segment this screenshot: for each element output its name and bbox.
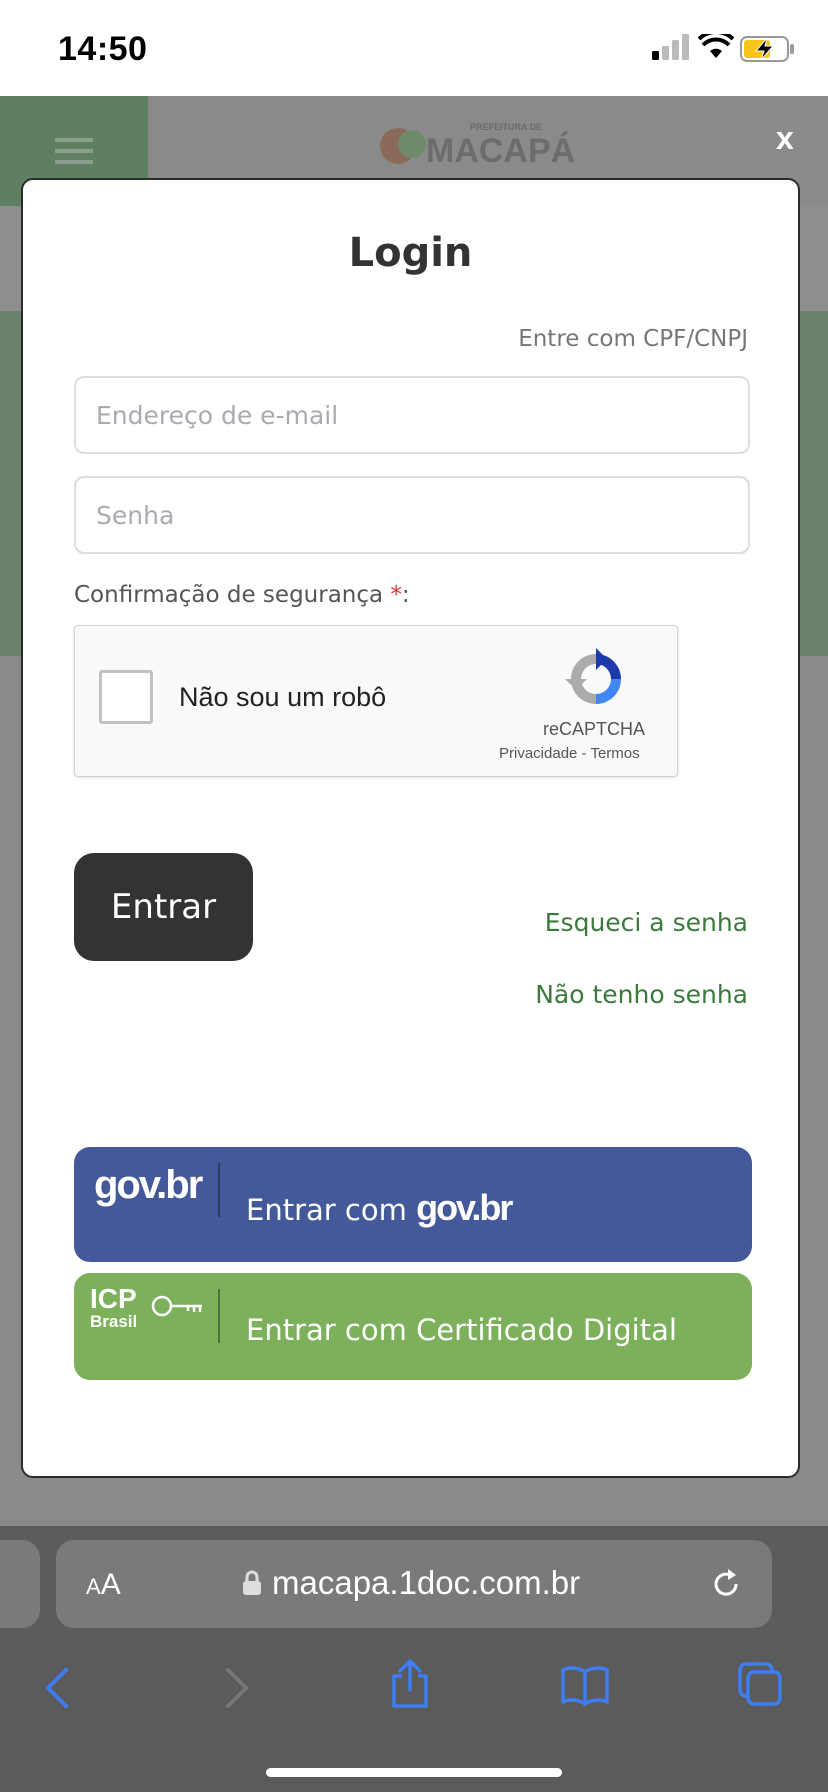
status-time: 14:50 — [58, 30, 148, 68]
password-input[interactable] — [74, 476, 750, 554]
recaptcha-privacy-link[interactable]: Privacidade — [499, 745, 577, 762]
home-indicator — [266, 1768, 562, 1777]
certificate-login-button[interactable]: ICP Brasil Entrar com Certificado Digita… — [74, 1273, 752, 1380]
address-bar[interactable]: AA macapa.1doc.com.br — [56, 1540, 772, 1628]
button-divider — [218, 1289, 220, 1343]
security-confirmation-label: Confirmação de segurança *: — [74, 582, 410, 608]
cellular-signal-icon — [652, 34, 689, 60]
govbr-button-label: Entrar com gov.br — [246, 1187, 513, 1228]
share-icon[interactable] — [388, 1658, 432, 1710]
browser-bottom-bar: AA macapa.1doc.com.br — [0, 1526, 828, 1792]
svg-text:MACAPÁ: MACAPÁ — [426, 132, 575, 170]
recaptcha-label: Não sou um robô — [179, 682, 387, 712]
govbr-login-button[interactable]: gov.br Entrar com gov.br — [74, 1147, 752, 1262]
close-modal-button[interactable]: x — [776, 120, 794, 157]
recaptcha-legal: Privacidade - Termos — [499, 745, 640, 762]
back-arrow-icon[interactable] — [42, 1666, 72, 1710]
tabs-icon[interactable] — [736, 1660, 784, 1708]
cpf-cnpj-link[interactable]: Entre com CPF/CNPJ — [518, 326, 748, 352]
icp-brasil-logo: ICP Brasil — [90, 1283, 138, 1331]
button-divider — [218, 1163, 220, 1217]
recaptcha-terms-link[interactable]: Termos — [590, 745, 639, 762]
bookmarks-icon[interactable] — [560, 1664, 610, 1706]
key-icon — [151, 1295, 202, 1317]
svg-text:PREFEITURA DE: PREFEITURA DE — [470, 122, 542, 132]
email-input[interactable] — [74, 376, 750, 454]
certificate-button-label: Entrar com Certificado Digital — [246, 1313, 677, 1347]
lock-icon — [243, 1570, 261, 1595]
login-modal: Login Entre com CPF/CNPJ Confirmação de … — [21, 178, 800, 1478]
macapa-logo: PREFEITURA DE MACAPÁ — [380, 122, 575, 170]
previous-tab-preview[interactable] — [0, 1540, 40, 1628]
recaptcha-widget: Não sou um robô reCAPTCHA Privacidade - … — [74, 625, 678, 777]
recaptcha-checkbox[interactable] — [99, 670, 153, 724]
no-password-link[interactable]: Não tenho senha — [535, 980, 748, 1009]
text-size-button[interactable]: AA — [86, 1568, 121, 1602]
govbr-logo: gov.br — [94, 1163, 203, 1207]
recaptcha-brand: reCAPTCHA — [543, 719, 646, 739]
reload-icon[interactable] — [708, 1566, 744, 1602]
status-bar: 14:50 — [0, 0, 828, 96]
required-asterisk: * — [390, 582, 402, 608]
modal-title: Login — [348, 230, 473, 276]
url-text: macapa.1doc.com.br — [272, 1564, 581, 1601]
wifi-icon — [698, 34, 734, 58]
battery-charging-icon — [740, 36, 794, 62]
forgot-password-link[interactable]: Esqueci a senha — [545, 908, 748, 937]
recaptcha-logo-icon — [565, 648, 621, 704]
forward-arrow-icon[interactable] — [222, 1666, 252, 1710]
login-submit-button[interactable]: Entrar — [74, 853, 253, 961]
